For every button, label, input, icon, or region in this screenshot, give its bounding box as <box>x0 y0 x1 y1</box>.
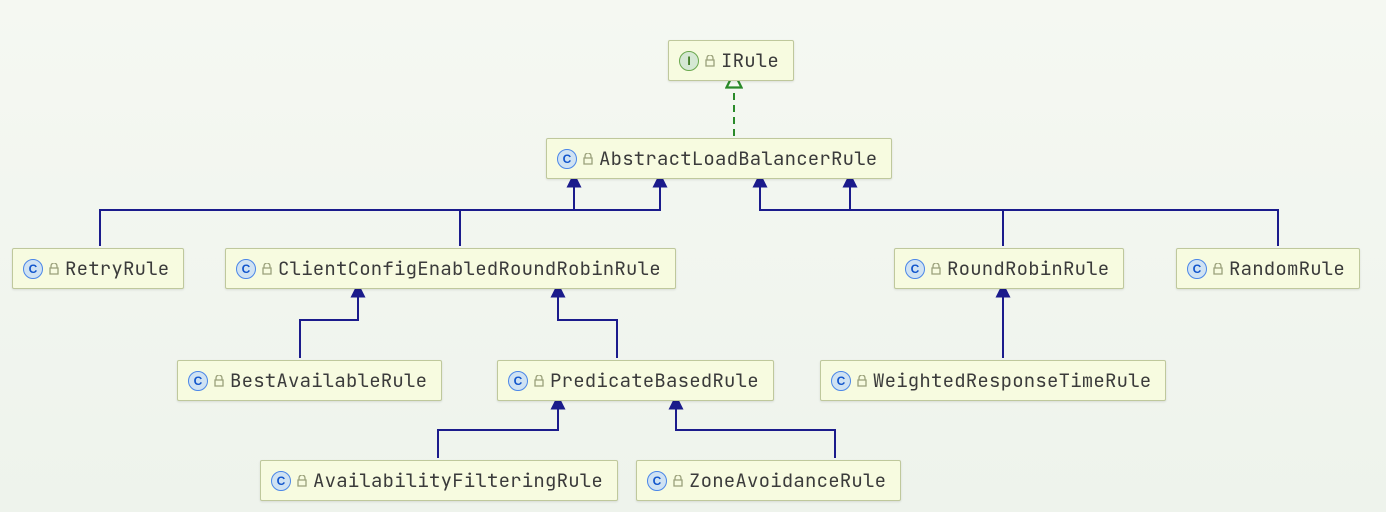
class-badge-icon: C <box>1187 259 1207 279</box>
class-badge-icon: C <box>831 371 851 391</box>
node-retry[interactable]: C RetryRule <box>12 248 184 289</box>
node-label: RetryRule <box>65 256 169 281</box>
class-badge-icon: C <box>236 259 256 279</box>
lock-icon <box>1213 263 1223 275</box>
lock-icon <box>49 263 59 275</box>
node-label: RandomRule <box>1229 256 1345 281</box>
lock-icon <box>931 263 941 275</box>
class-badge-icon: C <box>508 371 528 391</box>
lock-icon <box>857 375 867 387</box>
node-wrtr[interactable]: C WeightedResponseTimeRule <box>820 360 1166 401</box>
node-ccer[interactable]: C ClientConfigEnabledRoundRobinRule <box>225 248 676 289</box>
node-label: AvailabilityFilteringRule <box>313 468 603 493</box>
lock-icon <box>673 475 683 487</box>
class-badge-icon: C <box>271 471 291 491</box>
edge-ccer-albr <box>460 180 660 246</box>
lock-icon <box>534 375 544 387</box>
lock-icon <box>262 263 272 275</box>
class-badge-icon: C <box>557 149 577 169</box>
node-label: AbstractLoadBalancerRule <box>599 146 877 171</box>
edge-rr-albr <box>760 180 1003 246</box>
edge-zar-pbr <box>676 402 835 458</box>
lock-icon <box>297 475 307 487</box>
edge-retry-albr <box>100 180 574 246</box>
node-afr[interactable]: C AvailabilityFilteringRule <box>260 460 618 501</box>
node-rand[interactable]: C RandomRule <box>1176 248 1360 289</box>
node-bar[interactable]: C BestAvailableRule <box>177 360 442 401</box>
lock-icon <box>214 375 224 387</box>
class-badge-icon: C <box>188 371 208 391</box>
node-label: PredicateBasedRule <box>550 368 759 393</box>
node-label: ZoneAvoidanceRule <box>689 468 886 493</box>
edge-bar-ccer <box>300 290 358 358</box>
edge-afr-pbr <box>438 402 558 458</box>
edge-pbr-ccer <box>558 290 617 358</box>
node-label: ClientConfigEnabledRoundRobinRule <box>278 256 661 281</box>
node-label: BestAvailableRule <box>230 368 427 393</box>
node-label: WeightedResponseTimeRule <box>873 368 1151 393</box>
node-rr[interactable]: C RoundRobinRule <box>894 248 1124 289</box>
node-label: IRule <box>721 48 779 73</box>
node-label: RoundRobinRule <box>947 256 1109 281</box>
class-badge-icon: C <box>647 471 667 491</box>
node-pbr[interactable]: C PredicateBasedRule <box>497 360 774 401</box>
node-irule[interactable]: I IRule <box>668 40 794 81</box>
interface-badge-icon: I <box>679 51 699 71</box>
node-zar[interactable]: C ZoneAvoidanceRule <box>636 460 901 501</box>
class-badge-icon: C <box>23 259 43 279</box>
edge-rand-albr <box>850 180 1278 246</box>
node-albr[interactable]: C AbstractLoadBalancerRule <box>546 138 892 179</box>
class-badge-icon: C <box>905 259 925 279</box>
lock-icon <box>583 153 593 165</box>
lock-icon <box>705 55 715 67</box>
